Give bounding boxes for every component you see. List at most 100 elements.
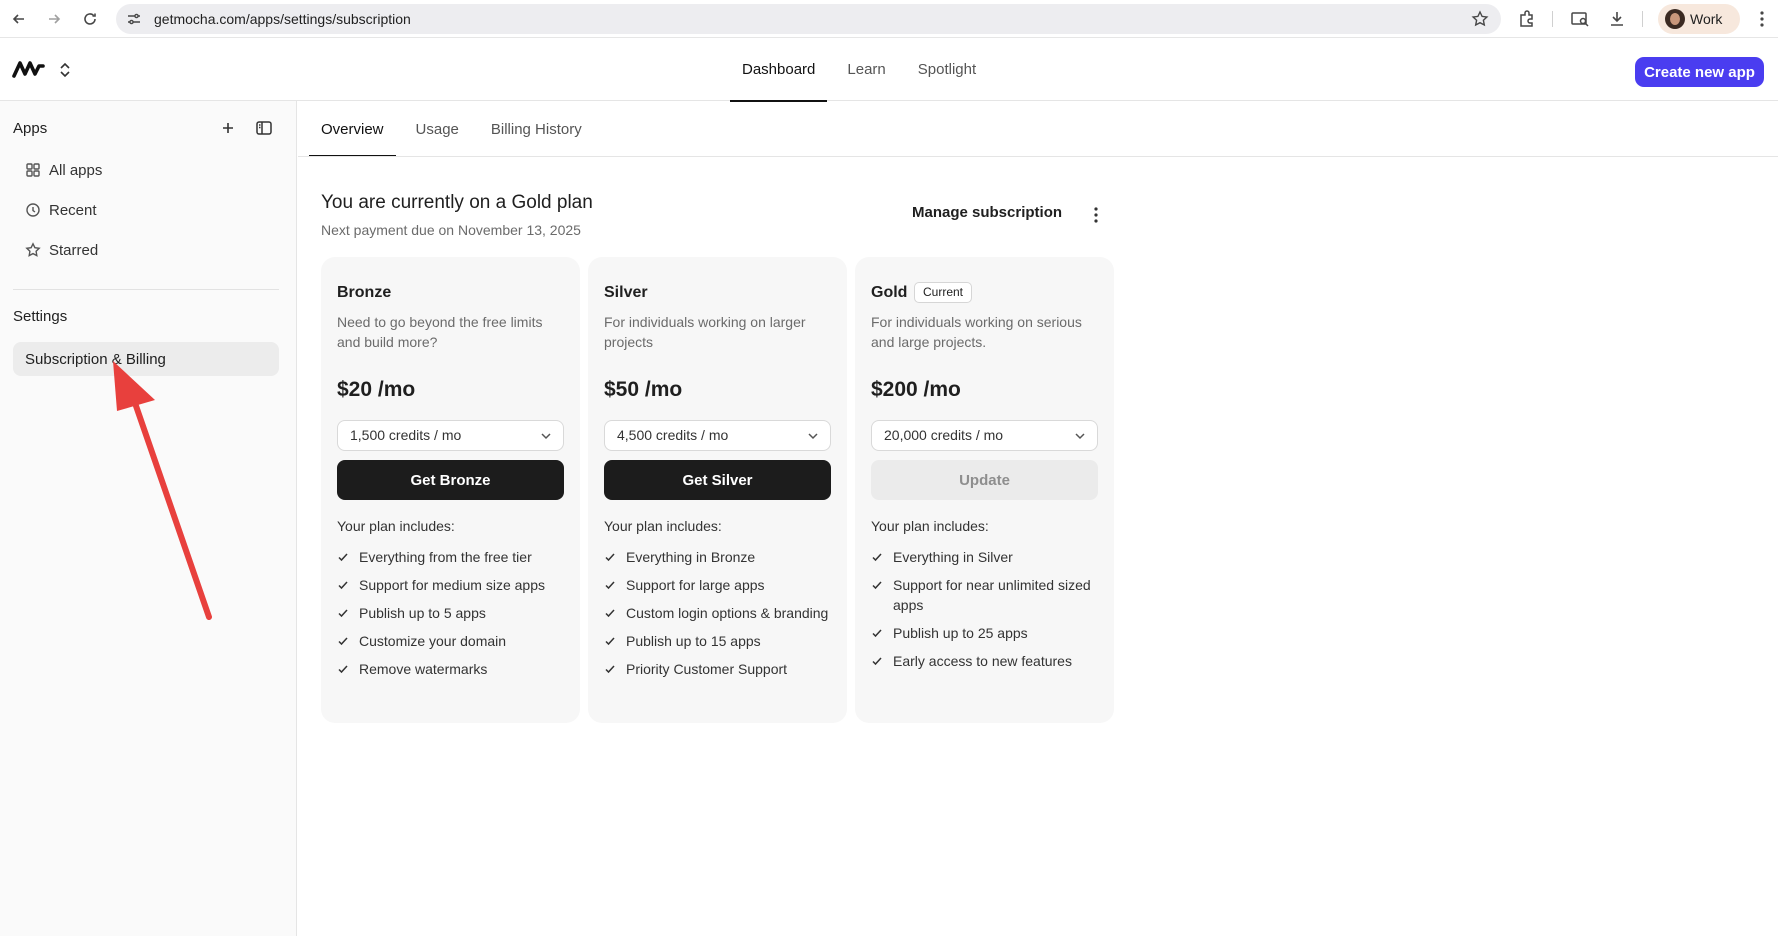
check-icon bbox=[872, 553, 882, 562]
plan-card-bronze: Bronze Need to go beyond the free limits… bbox=[321, 257, 580, 723]
plan-price: $200 /mo bbox=[871, 378, 961, 401]
sidebar-item-label: Subscription & Billing bbox=[25, 350, 166, 368]
download-icon[interactable] bbox=[1607, 9, 1627, 29]
check-icon bbox=[338, 665, 348, 674]
plan-name: Gold bbox=[871, 284, 908, 301]
sidebar-item-label: Recent bbox=[49, 201, 97, 219]
check-icon bbox=[338, 553, 348, 562]
sidebar-item-all-apps[interactable]: All apps bbox=[13, 153, 279, 187]
reload-icon[interactable] bbox=[79, 8, 101, 30]
plan-includes-label: Your plan includes: bbox=[337, 518, 455, 534]
update-button[interactable]: Update bbox=[871, 460, 1098, 500]
feature-text: Everything from the free tier bbox=[359, 549, 532, 565]
feature-text: Everything in Bronze bbox=[626, 549, 756, 565]
credits-select[interactable]: 20,000 credits / mo bbox=[871, 420, 1098, 451]
plus-icon[interactable] bbox=[219, 119, 237, 137]
list-item: Publish up to 5 apps bbox=[337, 603, 572, 623]
profile-avatar bbox=[1665, 9, 1685, 29]
bookmark-star-icon[interactable] bbox=[1471, 10, 1489, 28]
sidebar-apps-title: Apps bbox=[13, 120, 48, 137]
create-new-app-button[interactable]: Create new app bbox=[1635, 57, 1764, 87]
manage-subscription-button[interactable]: Manage subscription bbox=[912, 204, 1062, 221]
tabs-divider bbox=[298, 156, 1778, 157]
list-item: Publish up to 15 apps bbox=[604, 631, 839, 651]
top-nav: Dashboard Learn Spotlight bbox=[730, 38, 996, 102]
grid-icon bbox=[26, 163, 40, 177]
browser-menu-icon[interactable] bbox=[1752, 9, 1772, 29]
feature-list: Everything in Silver Support for near un… bbox=[871, 547, 1106, 679]
chevron-down-icon bbox=[808, 433, 818, 440]
sidebar-item-label: All apps bbox=[49, 161, 103, 179]
star-icon bbox=[25, 242, 41, 257]
more-options-icon[interactable] bbox=[1088, 205, 1104, 225]
next-payment-text: Next payment due on November 13, 2025 bbox=[321, 222, 581, 238]
tab-dashboard[interactable]: Dashboard bbox=[730, 38, 828, 102]
list-item: Support for near unlimited sized apps bbox=[871, 575, 1106, 615]
sidebar-item-starred[interactable]: Starred bbox=[13, 233, 279, 267]
get-bronze-button[interactable]: Get Bronze bbox=[337, 460, 564, 500]
sidebar: Apps All apps Recent Starred Settings Su… bbox=[0, 101, 297, 936]
mocha-logo-icon[interactable] bbox=[12, 58, 46, 80]
feature-text: Early access to new features bbox=[893, 653, 1072, 669]
address-bar[interactable]: getmocha.com/apps/settings/subscription bbox=[116, 4, 1501, 34]
plan-price: $20 /mo bbox=[337, 378, 416, 401]
feature-text: Remove watermarks bbox=[359, 661, 488, 677]
back-arrow-icon[interactable] bbox=[8, 8, 30, 30]
list-item: Everything in Silver bbox=[871, 547, 1106, 567]
credits-select-value: 1,500 credits / mo bbox=[350, 427, 462, 443]
plan-card-silver: Silver For individuals working on larger… bbox=[588, 257, 847, 723]
feature-text: Publish up to 15 apps bbox=[626, 633, 761, 649]
tab-billing-history[interactable]: Billing History bbox=[479, 101, 594, 157]
feature-text: Publish up to 25 apps bbox=[893, 625, 1028, 641]
feature-text: Customize your domain bbox=[359, 633, 507, 649]
sidebar-divider bbox=[13, 289, 279, 290]
plan-description: Need to go beyond the free limits and bu… bbox=[337, 314, 543, 350]
credits-select[interactable]: 4,500 credits / mo bbox=[604, 420, 831, 451]
list-item: Early access to new features bbox=[871, 651, 1106, 671]
site-settings-icon[interactable] bbox=[126, 11, 142, 27]
tab-spotlight[interactable]: Spotlight bbox=[906, 38, 988, 101]
profile-button[interactable]: Work bbox=[1658, 4, 1740, 34]
plan-includes-label: Your plan includes: bbox=[871, 518, 989, 534]
feature-text: Custom login options & branding bbox=[626, 605, 829, 621]
app-header: Dashboard Learn Spotlight Create new app bbox=[0, 38, 1778, 102]
chevron-down-icon bbox=[541, 433, 551, 440]
plan-description: For individuals working on serious and l… bbox=[871, 314, 1082, 350]
sidebar-toggle-icon[interactable] bbox=[255, 119, 273, 137]
sidebar-item-subscription-billing[interactable]: Subscription & Billing bbox=[13, 342, 279, 376]
credits-select[interactable]: 1,500 credits / mo bbox=[337, 420, 564, 451]
list-item: Everything in Bronze bbox=[604, 547, 839, 567]
check-icon bbox=[338, 609, 348, 618]
check-icon bbox=[605, 581, 615, 590]
plan-description: For individuals working on larger projec… bbox=[604, 314, 806, 350]
toolbar-divider bbox=[1552, 11, 1553, 27]
tab-overview[interactable]: Overview bbox=[309, 101, 396, 157]
url-text[interactable]: getmocha.com/apps/settings/subscription bbox=[154, 11, 411, 27]
forward-arrow-icon[interactable] bbox=[43, 8, 65, 30]
cast-search-icon[interactable] bbox=[1570, 9, 1590, 29]
list-item: Priority Customer Support bbox=[604, 659, 839, 679]
plan-price: $50 /mo bbox=[604, 378, 683, 401]
extensions-icon[interactable] bbox=[1517, 9, 1537, 29]
settings-tabs: Overview Usage Billing History bbox=[309, 101, 602, 157]
list-item: Everything from the free tier bbox=[337, 547, 572, 567]
feature-text: Everything in Silver bbox=[893, 549, 1013, 565]
chevron-up-down-icon[interactable] bbox=[58, 62, 72, 78]
plan-name: Silver bbox=[604, 284, 648, 301]
plan-card-gold: Gold Current For individuals working on … bbox=[855, 257, 1114, 723]
chevron-down-icon bbox=[1075, 433, 1085, 440]
tab-usage[interactable]: Usage bbox=[404, 101, 471, 157]
check-icon bbox=[338, 637, 348, 646]
plan-includes-label: Your plan includes: bbox=[604, 518, 722, 534]
list-item: Customize your domain bbox=[337, 631, 572, 651]
profile-label: Work bbox=[1690, 11, 1723, 27]
list-item: Remove watermarks bbox=[337, 659, 572, 679]
check-icon bbox=[338, 581, 348, 590]
check-icon bbox=[872, 657, 882, 666]
browser-toolbar: getmocha.com/apps/settings/subscription … bbox=[0, 0, 1778, 38]
sidebar-item-recent[interactable]: Recent bbox=[13, 193, 279, 227]
sidebar-settings-title: Settings bbox=[13, 308, 68, 325]
get-silver-button[interactable]: Get Silver bbox=[604, 460, 831, 500]
list-item: Publish up to 25 apps bbox=[871, 623, 1106, 643]
tab-learn[interactable]: Learn bbox=[835, 38, 897, 101]
